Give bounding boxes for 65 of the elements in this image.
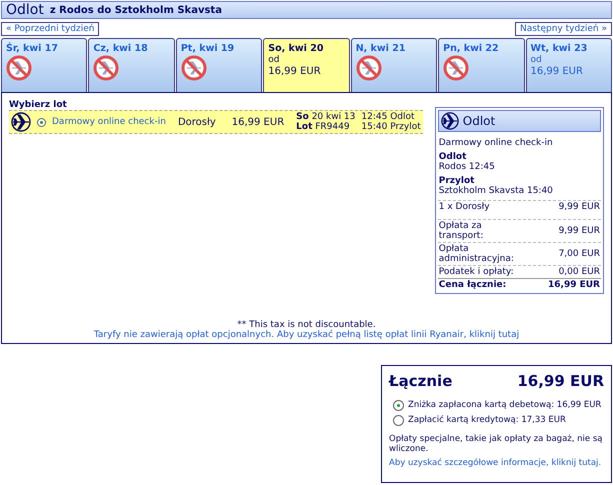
day-label: N, kwi 21 xyxy=(356,43,406,54)
fee-value: 9,99 EUR xyxy=(558,226,600,236)
no-flight-icon xyxy=(443,55,470,81)
fee-label: Opłata za transport: xyxy=(438,221,484,241)
payment-option: Zniżka zapłacona kartą debetową: 16,99 EUR xyxy=(408,400,602,410)
day-label: Śr, kwi 17 xyxy=(6,43,59,54)
total-value: 16,99 EUR xyxy=(548,280,600,290)
departure-time: 12:45 Odlot xyxy=(361,112,416,122)
total-label: Cena łącznie: xyxy=(438,280,506,290)
day-price: 16,99 EUR xyxy=(268,66,322,77)
from-label: od xyxy=(530,55,543,65)
fee-value: 7,00 EUR xyxy=(558,249,600,259)
arrival-time: 15:40 Przylot xyxy=(361,122,421,132)
summary-title: Odlot xyxy=(462,114,496,128)
no-flight-icon xyxy=(93,55,120,81)
day-tab[interactable]: Pn, kwi 22 xyxy=(438,38,525,92)
details-link[interactable]: Aby uzyskać szczegółowe informacje, kliknij tutaj. xyxy=(389,458,604,468)
flight-row[interactable]: Darmowy online check-in Dorosły 16,99 EUR So 20 kwi 13 Lot FR9449 12:45 Odlot 15:40 Przylot xyxy=(9,110,423,134)
flight-date: So 20 kwi 13 xyxy=(296,112,356,122)
passenger-type: Dorosły xyxy=(178,116,216,128)
no-flight-icon xyxy=(180,55,207,81)
day-label: Pt, kwi 19 xyxy=(180,43,236,54)
footnote: ** This tax is not discountable. xyxy=(237,320,376,330)
flight-number: Lot FR9449 xyxy=(296,122,351,132)
arrival-label: Przylot xyxy=(438,176,476,186)
radio-button[interactable] xyxy=(393,415,404,426)
day-tab[interactable]: Śr, kwi 17 xyxy=(1,38,88,92)
payment-option: Zapłacić kartą kredytową: 17,33 EUR xyxy=(408,415,566,425)
route-text: z Rodos do Sztokholm Skavsta xyxy=(50,4,222,16)
day-tab[interactable]: N, kwi 21 xyxy=(350,38,438,92)
departure-label: Odlot xyxy=(438,152,468,162)
fee-value: 0,00 EUR xyxy=(558,267,600,277)
flight-price: 16,99 EUR xyxy=(232,116,284,128)
radio-button[interactable] xyxy=(37,118,46,126)
fee-value: 9,99 EUR xyxy=(558,202,600,212)
fees-note: Opłaty specjalne, takie jak opłaty za bagaż, nie są wliczone. xyxy=(389,434,604,454)
no-flight-icon xyxy=(6,55,32,81)
day-label: Cz, kwi 18 xyxy=(93,43,149,54)
from-label: od xyxy=(268,55,280,65)
departure-info: Rodos 12:45 xyxy=(438,162,496,172)
day-label: Pn, kwi 22 xyxy=(443,43,500,54)
day-tab[interactable]: Cz, kwi 18 xyxy=(88,38,175,92)
airplane-icon xyxy=(440,112,459,130)
fee-label: 1 x Dorosły xyxy=(438,202,490,212)
next-week-button[interactable]: Następny tydzień » xyxy=(514,22,612,36)
fare-link[interactable]: Darmowy online check-in xyxy=(52,117,166,127)
radio-button[interactable] xyxy=(393,400,404,411)
day-tab[interactable]: Pt, kwi 19 xyxy=(176,38,262,92)
fees-link[interactable]: Taryfy nie zawierają opłat opcjonalnych. Aby uzyskać pełną listę opłat linii Ryanair, kliknij tutaj xyxy=(94,330,520,340)
fee-label: Podatek i opłaty: xyxy=(438,267,514,277)
total-title: Łącznie xyxy=(389,372,452,390)
day-tab[interactable]: Wt, kwi 23 od 16,99 EUR xyxy=(526,38,612,92)
section-heading: Wybierz lot xyxy=(9,100,68,110)
day-price: 16,99 EUR xyxy=(530,66,584,77)
no-flight-icon xyxy=(356,55,382,81)
airplane-icon xyxy=(11,112,31,132)
day-label: So, kwi 20 xyxy=(268,43,324,54)
day-label: Wt, kwi 23 xyxy=(530,43,588,54)
fee-label: Opłata administracyjna: xyxy=(438,244,515,264)
total-amount: 16,99 EUR xyxy=(517,372,604,390)
arrival-info: Sztokholm Skavsta 15:40 xyxy=(438,186,554,196)
day-tab[interactable]: So, kwi 20 od 16,99 EUR xyxy=(263,38,350,92)
page-title: Odlot xyxy=(6,2,44,18)
fare-name: Darmowy online check-in xyxy=(438,138,554,148)
previous-week-button[interactable]: « Poprzedni tydzień xyxy=(1,22,100,36)
